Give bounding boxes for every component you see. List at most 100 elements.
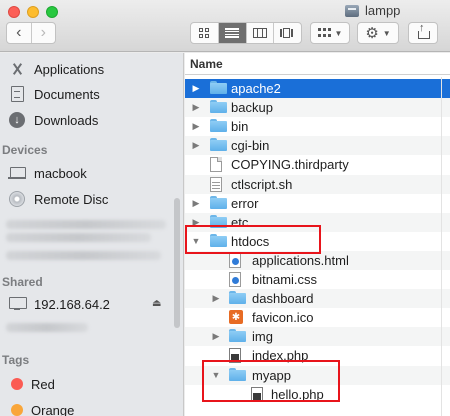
file-row[interactable]: COPYING.thirdparty [185, 155, 450, 174]
sidebar-item-label: Orange [31, 402, 75, 416]
file-name: apache2 [231, 81, 281, 96]
navigation-buttons: ‹ › [6, 22, 56, 44]
disclosure-collapsed-icon[interactable]: ▶ [191, 102, 201, 113]
applications-icon [8, 60, 26, 78]
sidebar-item-documents[interactable]: Documents [8, 83, 100, 105]
cover-flow-view-button[interactable] [273, 23, 301, 43]
folder-icon [210, 233, 227, 248]
blurred-item [6, 233, 151, 242]
file-name: index.php [252, 348, 309, 364]
sidebar-section-devices: Devices [2, 143, 48, 157]
window-title: lampp [345, 3, 400, 18]
file-name: htdocs [231, 233, 270, 249]
sidebar-item-label: Red [31, 376, 55, 392]
sidebar-item-label: Documents [34, 86, 100, 102]
action-menu-button[interactable]: ⚙ ▼ [357, 22, 399, 44]
folder-row[interactable]: ▶ img [185, 327, 450, 347]
folder-row[interactable]: ▶ apache2 [185, 79, 450, 98]
file-name: hello.php [271, 386, 324, 402]
disclosure-collapsed-icon[interactable]: ▶ [191, 198, 201, 209]
php-file-icon [251, 386, 267, 402]
sidebar-item-tag-red[interactable]: Red [8, 373, 55, 395]
file-row[interactable]: bitnami.css [185, 270, 450, 289]
zoom-window-button[interactable] [46, 6, 58, 18]
minimize-window-button[interactable] [27, 6, 39, 18]
arrange-button[interactable]: ▼ [310, 22, 350, 44]
sidebar-item-downloads[interactable]: ↓ Downloads [8, 109, 98, 131]
forward-button[interactable]: › [30, 23, 56, 43]
folder-row[interactable]: ▼ htdocs [185, 232, 450, 251]
sidebar-item-label: Downloads [34, 112, 99, 128]
disclosure-expanded-icon[interactable]: ▼ [191, 236, 201, 246]
sidebar-section-shared: Shared [2, 275, 43, 289]
folder-row[interactable]: ▶ etc [185, 212, 450, 232]
document-icon [210, 157, 226, 173]
script-file-icon [210, 176, 226, 192]
folder-row[interactable]: ▶ bin [185, 117, 450, 136]
sidebar-item-macbook[interactable]: macbook [8, 162, 87, 184]
file-name: ctlscript.sh [231, 176, 293, 192]
file-name: bin [231, 119, 249, 135]
file-row[interactable]: ctlscript.sh [185, 174, 450, 194]
chevron-down-icon: ▼ [382, 28, 391, 38]
disclosure-expanded-icon[interactable]: ▼ [211, 370, 221, 380]
folder-icon [210, 138, 227, 152]
sidebar-item-applications[interactable]: Applications [8, 58, 104, 80]
sidebar-section-tags: Tags [2, 353, 30, 367]
share-icon [418, 22, 430, 39]
window-title-text: lampp [365, 3, 401, 18]
file-name: dashboard [252, 291, 314, 307]
orange-tag-dot [11, 404, 23, 416]
file-list-scrollbar[interactable] [441, 77, 442, 416]
folder-icon [229, 291, 246, 305]
file-row[interactable]: hello.php [185, 385, 450, 404]
disclosure-collapsed-icon[interactable]: ▶ [191, 140, 201, 151]
chevron-down-icon: ▼ [334, 28, 343, 38]
documents-icon [8, 85, 26, 103]
sidebar-item-label: macbook [34, 165, 87, 181]
folder-row[interactable]: ▶ cgi-bin [185, 136, 450, 156]
column-view-icon [252, 28, 267, 38]
folder-row[interactable]: ▶ backup [185, 98, 450, 118]
disclosure-collapsed-icon[interactable]: ▶ [211, 331, 221, 342]
file-name: myapp [252, 367, 292, 383]
sidebar-item-remote-disc[interactable]: Remote Disc [8, 188, 108, 210]
sidebar-scrollbar[interactable] [174, 198, 180, 328]
folder-icon [210, 214, 227, 229]
cover-flow-icon [279, 28, 296, 38]
name-column-header[interactable]: Name [185, 53, 450, 75]
folder-icon [210, 81, 227, 95]
icon-view-icon [199, 28, 210, 38]
file-row[interactable]: ✱ favicon.ico [185, 308, 450, 327]
window-toolbar: lampp ‹ › ▼ ⚙ ▼ [0, 0, 450, 52]
share-button[interactable] [408, 22, 438, 44]
sidebar-item-shared-server[interactable]: 192.168.64.2 [8, 293, 176, 315]
eject-icon[interactable]: ⏏ [152, 298, 161, 309]
file-row[interactable]: applications.html [185, 250, 450, 270]
sidebar-item-label: 192.168.64.2 [34, 296, 110, 312]
file-row[interactable]: index.php [185, 346, 450, 365]
disclosure-collapsed-icon[interactable]: ▶ [191, 83, 201, 94]
folder-icon [210, 119, 227, 133]
folder-row[interactable]: ▶ dashboard [185, 289, 450, 309]
close-window-button[interactable] [8, 6, 20, 18]
sidebar-item-tag-orange[interactable]: Orange [8, 399, 74, 416]
disc-icon [8, 190, 26, 208]
column-header-label: Name [190, 57, 223, 71]
blurred-item [6, 251, 161, 260]
blurred-item [6, 323, 88, 332]
disclosure-collapsed-icon[interactable]: ▶ [191, 121, 201, 132]
html-file-icon [229, 252, 245, 268]
folder-row[interactable]: ▼ myapp [185, 365, 450, 385]
file-name: COPYING.thirdparty [231, 157, 349, 173]
monitor-icon [8, 295, 27, 313]
disclosure-collapsed-icon[interactable]: ▶ [211, 293, 221, 304]
favicon-file-icon: ✱ [229, 310, 245, 325]
list-view-button[interactable] [217, 23, 246, 43]
folder-row[interactable]: ▶ error [185, 194, 450, 213]
column-view-button[interactable] [245, 23, 274, 43]
disclosure-collapsed-icon[interactable]: ▶ [191, 217, 201, 228]
icon-view-button[interactable] [191, 23, 218, 43]
back-button[interactable]: ‹ [7, 23, 31, 43]
file-name: error [231, 195, 259, 211]
